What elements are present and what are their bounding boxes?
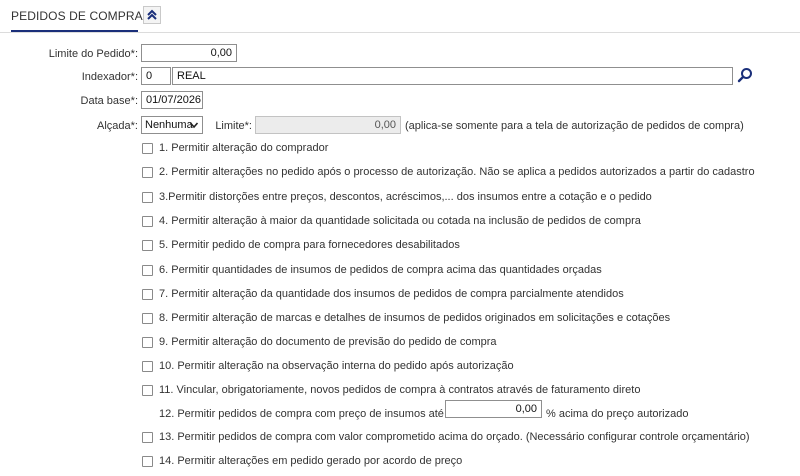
double-chevron-up-icon (147, 9, 157, 20)
option-4-label: 4. Permitir alteração à maior da quantid… (159, 215, 641, 227)
option-9-label: 9. Permitir alteração do documento de pr… (159, 336, 497, 348)
option-9-checkbox[interactable] (142, 337, 153, 348)
option-12-suffix: % acima do preço autorizado (546, 408, 689, 420)
option-3-label: 3.Permitir distorções entre preços, desc… (159, 191, 652, 203)
option-1-checkbox[interactable] (142, 143, 153, 154)
indexador-name-input[interactable]: REAL (172, 67, 733, 85)
option-7-label: 7. Permitir alteração da quantidade dos … (159, 288, 624, 300)
option-2-checkbox[interactable] (142, 167, 153, 178)
option-13-checkbox[interactable] (142, 432, 153, 443)
option-5-label: 5. Permitir pedido de compra para fornec… (159, 239, 460, 251)
indexador-label: Indexador*: (81, 71, 138, 83)
limite-pedido-label: Limite do Pedido*: (48, 48, 138, 60)
option-5-checkbox[interactable] (142, 240, 153, 251)
option-13-label: 13. Permitir pedidos de compra com valor… (159, 431, 750, 443)
data-base-input[interactable]: 01/07/2026 (141, 91, 203, 109)
option-12-label: 12. Permitir pedidos de compra com preço… (159, 408, 444, 420)
search-icon (737, 68, 752, 83)
limite-pedido-input[interactable]: 0,00 (141, 44, 237, 62)
option-14-checkbox[interactable] (142, 456, 153, 467)
alcada-select[interactable]: Nenhuma (141, 116, 203, 134)
alcada-selected-value: Nenhuma (145, 119, 193, 131)
chevron-down-icon (189, 122, 199, 129)
option-3-checkbox[interactable] (142, 192, 153, 203)
option-4-checkbox[interactable] (142, 216, 153, 227)
option-6-label: 6. Permitir quantidades de insumos de pe… (159, 264, 602, 276)
option-11-checkbox[interactable] (142, 385, 153, 396)
option-10-checkbox[interactable] (142, 361, 153, 372)
option-2-label: 2. Permitir alterações no pedido após o … (159, 166, 755, 178)
limite-input[interactable]: 0,00 (255, 116, 401, 134)
collapse-button[interactable] (143, 6, 161, 24)
header-divider (0, 32, 800, 33)
data-base-label: Data base*: (80, 95, 138, 107)
limite-label: Limite*: (215, 120, 252, 132)
limite-note: (aplica-se somente para a tela de autori… (405, 120, 744, 132)
option-1-label: 1. Permitir alteração do comprador (159, 142, 329, 154)
option-7-checkbox[interactable] (142, 289, 153, 300)
option-12-percent-input[interactable]: 0,00 (445, 400, 542, 418)
option-8-label: 8. Permitir alteração de marcas e detalh… (159, 312, 671, 324)
option-8-checkbox[interactable] (142, 313, 153, 324)
section-header: PEDIDOS DE COMPRA (0, 0, 800, 32)
option-11-label: 11. Vincular, obrigatoriamente, novos pe… (159, 384, 641, 396)
indexador-code-input[interactable]: 0 (141, 67, 171, 85)
alcada-label: Alçada*: (97, 120, 138, 132)
option-6-checkbox[interactable] (142, 265, 153, 276)
option-14-label: 14. Permitir alterações em pedido gerado… (159, 455, 463, 467)
indexador-search-button[interactable] (737, 67, 753, 83)
section-title: PEDIDOS DE COMPRA (11, 9, 143, 23)
option-10-label: 10. Permitir alteração na observação int… (159, 360, 514, 372)
